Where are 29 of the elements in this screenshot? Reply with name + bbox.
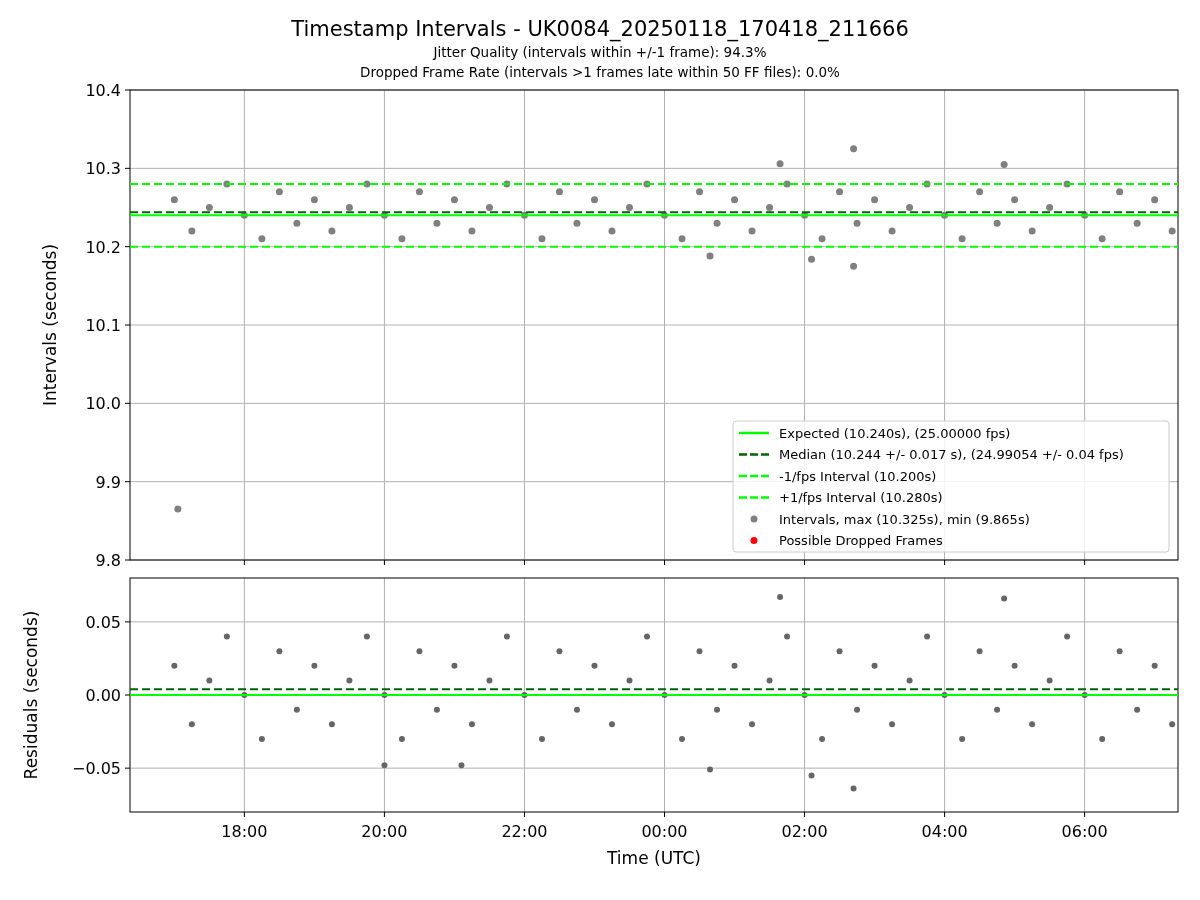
legend-label: Possible Dropped Frames [779, 533, 943, 548]
chart-subtitle: Dropped Frame Rate (intervals >1 frames late within 50 FF files): 0.0% [360, 63, 840, 82]
x-tick-label: 18:00 [221, 822, 268, 841]
x-axis-label: Time (UTC) [607, 848, 701, 868]
x-tick-label: 00:00 [641, 822, 688, 841]
legend-label: +1/fps Interval (10.280s) [779, 490, 943, 505]
legend-label: -1/fps Interval (10.200s) [779, 468, 937, 484]
y-tick-label: 10.4 [85, 81, 121, 100]
x-tick-label: 06:00 [1061, 822, 1108, 841]
chart-subtitle: Jitter Quality (intervals within +/-1 frame): 94.3% [433, 43, 767, 62]
y-tick-label: −0.05 [71, 759, 121, 779]
y-axis-label: Residuals (seconds) [21, 610, 41, 780]
x-tick-label: 22:00 [501, 822, 548, 841]
y-tick-label: 9.9 [95, 472, 121, 492]
legend-label: Expected (10.240s), (25.00000 fps) [779, 425, 1011, 441]
x-tick-label: 02:00 [781, 822, 828, 841]
x-tick-label: 20:00 [361, 822, 408, 841]
legend-label: Intervals, max (10.325s), min (9.865s) [779, 511, 1030, 527]
legend-label: Median (10.244 +/- 0.017 s), (24.99054 +/- 0.04 fps) [779, 447, 1124, 462]
y-tick-label: 10.3 [85, 159, 121, 179]
x-tick-label: 04:00 [921, 822, 968, 841]
y-tick-label: 0.05 [85, 612, 121, 632]
y-tick-label: 0.00 [85, 686, 121, 705]
y-tick-label: 10.0 [85, 394, 121, 414]
y-axis-label: Intervals (seconds) [40, 243, 60, 407]
y-tick-label: 10.1 [85, 316, 121, 335]
y-tick-label: 9.8 [95, 551, 121, 570]
chart-title: Timestamp Intervals - UK0084_20250118_170418_211666 [291, 16, 909, 42]
y-tick-label: 10.2 [85, 237, 121, 257]
